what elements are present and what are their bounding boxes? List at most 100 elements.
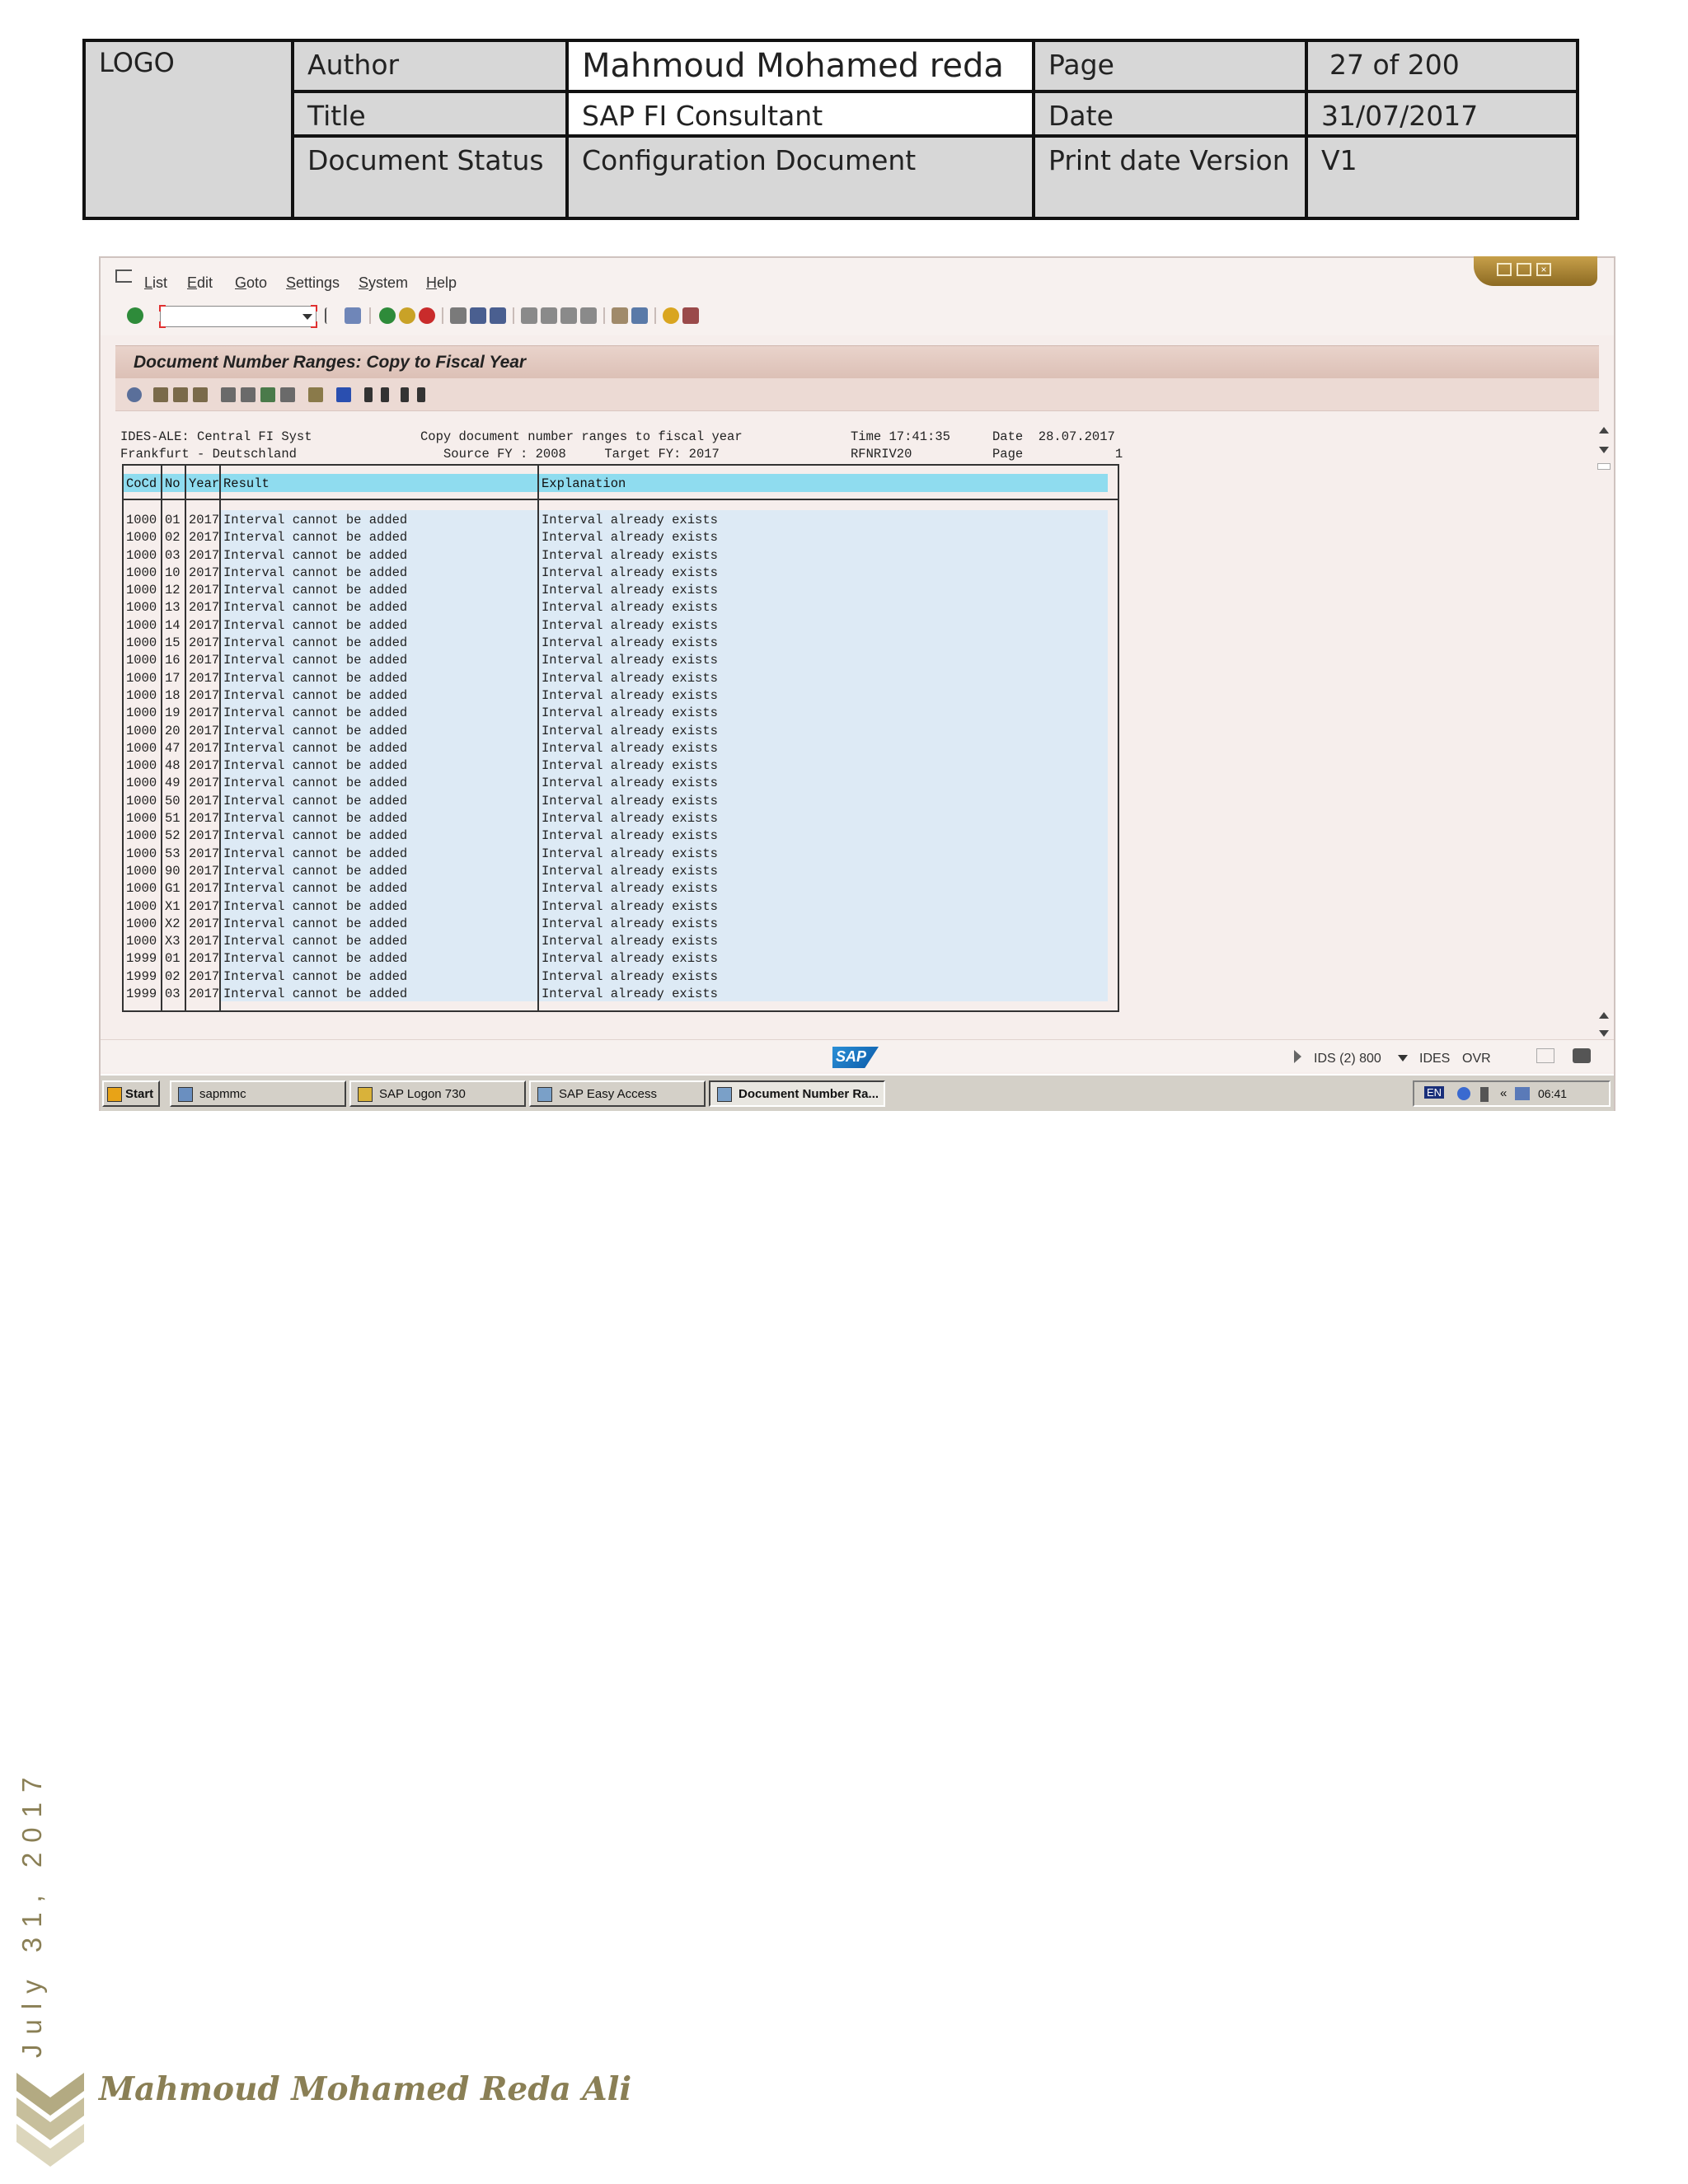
table-row[interactable]: 1000 49 2017 Interval cannot be added Interv… <box>124 773 1118 791</box>
last-page-icon[interactable] <box>580 307 597 324</box>
taskbar-item-easy-access[interactable]: SAP Easy Access <box>529 1080 706 1107</box>
table-row[interactable]: 1000 12 2017 Interval cannot be added Interv… <box>124 580 1118 598</box>
spreadsheet-icon[interactable] <box>260 387 275 402</box>
help-icon[interactable] <box>663 307 679 324</box>
table-row[interactable]: 1000 02 2017 Interval cannot be added Interv… <box>124 527 1118 546</box>
scroll-thumb[interactable] <box>1597 463 1611 470</box>
table-row[interactable]: 1000 X1 2017 Interval cannot be added Interv… <box>124 896 1118 914</box>
table-row[interactable]: 1000 X2 2017 Interval cannot be added Interv… <box>124 913 1118 932</box>
table-row[interactable]: 1000 17 2017 Interval cannot be added Interv… <box>124 668 1118 686</box>
help-tray-icon[interactable] <box>1457 1087 1470 1100</box>
restore-icon[interactable] <box>1517 263 1531 276</box>
table-row[interactable]: 1000 14 2017 Interval cannot be added Interv… <box>124 615 1118 634</box>
find-icon[interactable] <box>470 307 486 324</box>
minimize-icon[interactable] <box>1497 263 1512 276</box>
next-icon[interactable] <box>401 387 409 402</box>
status-bar: SAP IDS (2) 800 IDES OVR <box>101 1039 1614 1072</box>
menu-settings[interactable]: Settings <box>286 274 340 292</box>
table-row[interactable]: 1000 48 2017 Interval cannot be added Interv… <box>124 756 1118 774</box>
table-row[interactable]: 1000 90 2017 Interval cannot be added Interv… <box>124 860 1118 879</box>
col-no[interactable]: No <box>162 474 185 492</box>
previous-icon[interactable] <box>381 387 389 402</box>
table-row[interactable]: 1000 53 2017 Interval cannot be added Interv… <box>124 843 1118 861</box>
table-row[interactable]: 1000 15 2017 Interval cannot be added Interv… <box>124 633 1118 651</box>
report-time: Time 17:41:35 <box>851 429 950 444</box>
scroll-up-bottom-icon[interactable] <box>1599 1012 1609 1019</box>
table-row[interactable]: 1000 01 2017 Interval cannot be added Interv… <box>124 510 1118 528</box>
language-indicator[interactable]: EN <box>1424 1086 1445 1099</box>
back-icon[interactable] <box>379 307 396 324</box>
table-cell: Interval already exists <box>539 580 1108 598</box>
first-icon[interactable] <box>364 387 373 402</box>
create-session-icon[interactable] <box>612 307 628 324</box>
network-icon[interactable] <box>1480 1087 1489 1102</box>
status-expand-icon[interactable] <box>1294 1050 1301 1063</box>
speaker-icon[interactable] <box>1515 1087 1530 1100</box>
col-explanation[interactable]: Explanation <box>539 474 1108 492</box>
table-row[interactable]: 1000 G1 2017 Interval cannot be added Interv… <box>124 879 1118 897</box>
sort-ascending-icon[interactable] <box>153 387 168 402</box>
lock-icon[interactable] <box>1573 1048 1591 1063</box>
information-icon[interactable] <box>336 387 351 402</box>
scroll-up-icon[interactable] <box>1599 427 1609 434</box>
table-row[interactable]: 1999 01 2017 Interval cannot be added Interv… <box>124 949 1118 967</box>
vertical-scrollbar[interactable] <box>1597 419 1611 1045</box>
tray-expand-icon[interactable]: « <box>1500 1086 1507 1100</box>
table-row[interactable]: 1000 03 2017 Interval cannot be added Interv… <box>124 545 1118 563</box>
menu-exit-icon[interactable] <box>115 269 132 283</box>
find-next-icon[interactable] <box>490 307 506 324</box>
taskbar-item-sapmmc[interactable]: sapmmc <box>170 1080 346 1107</box>
previous-page-icon[interactable] <box>541 307 557 324</box>
table-row[interactable]: 1000 18 2017 Interval cannot be added Interv… <box>124 685 1118 704</box>
filter-off-icon[interactable] <box>193 387 208 402</box>
table-row[interactable]: 1000 47 2017 Interval cannot be added Interv… <box>124 738 1118 757</box>
taskbar-item-document-number-ranges[interactable]: Document Number Ra... <box>709 1080 885 1107</box>
menu-system[interactable]: System <box>359 274 408 292</box>
next-page-icon[interactable] <box>560 307 577 324</box>
menu-goto[interactable]: Goto <box>235 274 267 292</box>
col-result[interactable]: Result <box>221 474 537 492</box>
table-row[interactable]: 1000 16 2017 Interval cannot be added Interv… <box>124 650 1118 668</box>
table-row[interactable]: 1000 10 2017 Interval cannot be added Interv… <box>124 562 1118 581</box>
scroll-down-bottom-icon[interactable] <box>1599 1030 1609 1037</box>
export-icon[interactable] <box>241 387 256 402</box>
system-dropdown-icon[interactable] <box>1398 1055 1408 1062</box>
taskbar-item-sap-logon[interactable]: SAP Logon 730 <box>349 1080 526 1107</box>
exit-icon[interactable] <box>399 307 415 324</box>
table-row[interactable]: 1000 51 2017 Interval cannot be added Interv… <box>124 808 1118 827</box>
start-button[interactable]: Start <box>102 1080 160 1107</box>
save-icon[interactable] <box>345 307 361 324</box>
table-row[interactable]: 1000 X3 2017 Interval cannot be added Interv… <box>124 931 1118 949</box>
menu-list[interactable]: List <box>144 274 167 292</box>
layout-menu-icon[interactable] <box>682 307 699 324</box>
magnifier-icon[interactable] <box>127 387 142 402</box>
filter-icon[interactable] <box>173 387 188 402</box>
col-cocd[interactable]: CoCd <box>124 474 161 492</box>
table-row[interactable]: 1000 50 2017 Interval cannot be added Interv… <box>124 790 1118 809</box>
shortcut-icon[interactable] <box>631 307 648 324</box>
print-preview-icon[interactable] <box>221 387 236 402</box>
menu-help[interactable]: Help <box>426 274 457 292</box>
cancel-icon[interactable] <box>419 307 435 324</box>
command-dropdown-icon[interactable] <box>302 314 312 320</box>
table-cell: Interval already exists <box>539 843 1108 861</box>
command-field[interactable] <box>159 305 317 328</box>
layout-icon[interactable] <box>308 387 323 402</box>
close-icon[interactable]: × <box>1536 263 1551 276</box>
table-row[interactable]: 1000 52 2017 Interval cannot be added Interv… <box>124 826 1118 844</box>
status-layout-icon[interactable] <box>1536 1048 1554 1063</box>
table-row[interactable]: 1000 19 2017 Interval cannot be added Interv… <box>124 703 1118 721</box>
last-icon[interactable] <box>417 387 425 402</box>
table-row[interactable]: 1000 20 2017 Interval cannot be added Interv… <box>124 720 1118 738</box>
scroll-down-icon[interactable] <box>1599 447 1609 453</box>
table-row[interactable]: 1000 13 2017 Interval cannot be added Interv… <box>124 598 1118 616</box>
first-page-icon[interactable] <box>521 307 537 324</box>
mail-icon[interactable] <box>280 387 295 402</box>
menu-edit[interactable]: Edit <box>187 274 213 292</box>
back-arrow-icon[interactable] <box>325 307 335 324</box>
table-row[interactable]: 1999 03 2017 Interval cannot be added Interv… <box>124 984 1118 1002</box>
enter-checkmark-icon[interactable] <box>127 307 143 324</box>
table-row[interactable]: 1999 02 2017 Interval cannot be added Interv… <box>124 966 1118 985</box>
col-year[interactable]: Year <box>186 474 219 492</box>
print-icon[interactable] <box>450 307 467 324</box>
